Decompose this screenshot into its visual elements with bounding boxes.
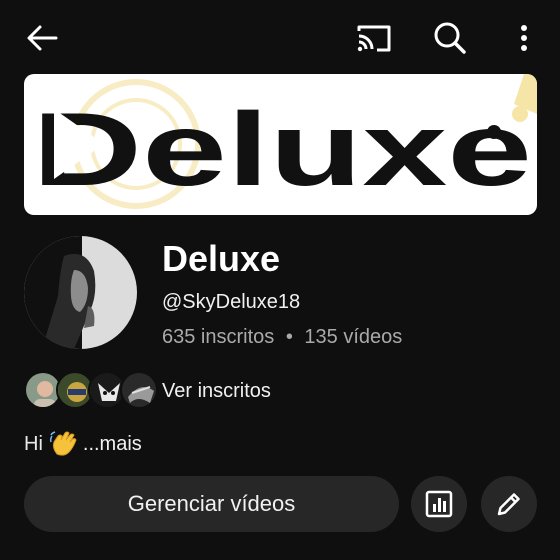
edit-channel-button[interactable] [481,476,537,532]
waving-hand-icon [49,430,79,458]
channel-handle: @SkyDeluxe18 [162,291,301,313]
arrow-left-icon [27,25,58,51]
search-icon [434,22,466,54]
see-subscribers-link[interactable]: Ver inscritos [162,377,271,405]
analytics-icon [425,490,453,518]
search-button[interactable] [430,18,470,58]
banner-artwork: Deluxe [32,74,537,209]
description-text: Hi [24,433,43,455]
channel-banner: Deluxe [24,74,537,215]
pencil-icon [497,493,520,516]
top-app-bar [0,0,560,74]
analytics-button[interactable] [411,476,467,532]
channel-stats: 635 inscritos • 135 vídeos [162,323,402,351]
manage-videos-button[interactable]: Gerenciar vídeos [24,476,399,532]
more-vertical-icon [521,25,527,51]
subscriber-count: 635 inscritos [162,326,275,348]
cast-icon [357,25,391,52]
channel-name: Deluxe [162,238,281,279]
stats-separator: • [285,326,293,348]
avatar-photo [24,236,137,349]
channel-avatar[interactable] [24,236,137,349]
channel-description[interactable]: Hi ...mais [24,430,142,458]
back-button[interactable] [22,20,62,56]
subscriber-avatar-4 [120,371,158,409]
banner-text: Deluxe [32,92,532,208]
description-more-link[interactable]: ...mais [83,430,142,458]
subscribers-preview[interactable]: Ver inscritos [24,371,344,411]
more-options-button[interactable] [510,20,538,56]
cast-button[interactable] [352,20,396,56]
video-count: 135 vídeos [304,326,403,348]
